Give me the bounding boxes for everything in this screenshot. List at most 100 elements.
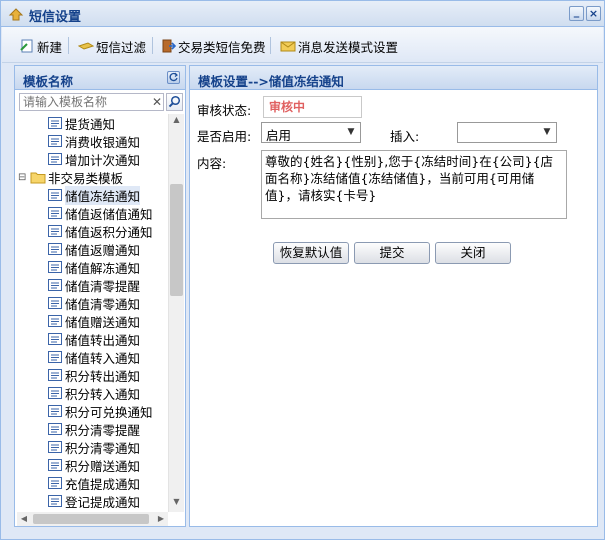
template-settings-panel: 模板设置-->储值冻结通知 审核状态: 审核中 是否启用: 启用 ▼ 插入: ▼… bbox=[189, 65, 598, 527]
tree-item[interactable]: 积分转入通知 bbox=[47, 384, 140, 402]
collapse-toggle-icon[interactable]: ⊟ bbox=[18, 172, 30, 183]
review-status-value: 审核中 bbox=[263, 96, 362, 118]
template-icon bbox=[48, 153, 62, 165]
tree-item[interactable]: 积分清零提醒 bbox=[47, 420, 140, 438]
tree-item[interactable]: 消费收银通知 bbox=[47, 132, 140, 150]
tree-folder-non-transaction[interactable]: ⊟ 非交易类模板 bbox=[18, 168, 123, 186]
template-icon bbox=[48, 423, 62, 435]
tree-item-label: 储值返赠通知 bbox=[65, 242, 141, 258]
new-button[interactable]: 新建 bbox=[19, 37, 62, 55]
template-icon bbox=[48, 441, 62, 453]
tree-item[interactable]: 储值返赠通知 bbox=[47, 240, 140, 258]
restore-default-button[interactable]: 恢复默认值 bbox=[273, 242, 349, 264]
enabled-label: 是否启用: bbox=[197, 129, 252, 144]
scroll-left-icon[interactable]: ◀ bbox=[17, 512, 31, 526]
template-icon bbox=[48, 315, 62, 327]
scroll-right-icon[interactable]: ▶ bbox=[154, 512, 168, 526]
filter-icon bbox=[78, 42, 94, 50]
new-icon bbox=[20, 39, 33, 53]
template-icon bbox=[48, 207, 62, 219]
tree-item[interactable]: 储值返积分通知 bbox=[47, 222, 153, 240]
tree-item-label: 积分清零提醒 bbox=[65, 422, 141, 438]
content-textarea[interactable]: 尊敬的{姓名}{性别},您于{冻结时间}在{公司}{店面名称}冻结储值{冻结储值… bbox=[261, 150, 567, 219]
tree-item[interactable]: 储值清零通知 bbox=[47, 294, 140, 312]
tree-item[interactable]: 储值冻结通知 bbox=[47, 185, 141, 205]
minimize-icon: _ bbox=[573, 5, 580, 18]
template-icon bbox=[48, 117, 62, 129]
message-mode-label: 消息发送模式设置 bbox=[298, 39, 399, 55]
tree-item-label: 消费收银通知 bbox=[65, 134, 141, 150]
close-icon: × bbox=[588, 7, 599, 20]
tree-item-label: 积分转出通知 bbox=[65, 368, 141, 384]
sms-settings-icon bbox=[8, 8, 24, 21]
sms-filter-label: 短信过滤 bbox=[96, 39, 147, 55]
minimize-button[interactable]: _ bbox=[569, 5, 584, 21]
tree-item[interactable]: 储值赠送通知 bbox=[47, 312, 140, 330]
new-label: 新建 bbox=[37, 39, 63, 55]
template-tree: 提货通知消费收银通知 增加计次通知 ⊟ 非交易类模板 储值冻结通知 储值返储值通知 储值返积… bbox=[17, 114, 167, 512]
template-settings-header: 模板设置-->储值冻结通知 bbox=[190, 66, 597, 90]
template-list-panel: 模板名称 ✕ 提货通知消费收银通知增加计次通知 ⊟ 非交易类模板储值冻结通知储值返储… bbox=[14, 65, 186, 527]
title-bar: 短信设置 _ × bbox=[1, 1, 604, 27]
tree-item[interactable]: 储值转出通知 bbox=[47, 330, 140, 348]
tree-item[interactable]: 增加计次通知 bbox=[47, 150, 140, 168]
tree-item[interactable]: 积分赠送通知 bbox=[47, 456, 140, 474]
scrollbar-thumb[interactable] bbox=[170, 184, 183, 296]
toolbar: 新建 短信过滤 交易类短信免费 消息发送模式设置 bbox=[2, 27, 603, 63]
tree-item[interactable]: 储值清零提醒 bbox=[47, 276, 140, 294]
close-window-button[interactable]: × bbox=[586, 6, 601, 21]
submit-button[interactable]: 提交 bbox=[354, 242, 430, 264]
tree-item[interactable]: 储值解冻通知 bbox=[47, 258, 140, 276]
tree-item-label: 储值解冻通知 bbox=[65, 260, 141, 276]
template-icon bbox=[48, 351, 62, 363]
insert-select[interactable]: ▼ bbox=[457, 122, 557, 143]
envelope-icon bbox=[280, 41, 296, 52]
message-mode-button[interactable]: 消息发送模式设置 bbox=[280, 37, 398, 55]
scroll-down-icon[interactable]: ▼ bbox=[169, 497, 184, 511]
template-settings-title: 模板设置-->储值冻结通知 bbox=[198, 74, 344, 89]
template-icon bbox=[48, 369, 62, 381]
tree-item[interactable]: 积分转出通知 bbox=[47, 366, 140, 384]
tree-folder-label: 非交易类模板 bbox=[48, 170, 124, 186]
tree-item[interactable]: 登记提成通知 bbox=[47, 492, 140, 510]
tree-item[interactable]: 储值返储值通知 bbox=[47, 204, 153, 222]
close-button[interactable]: 关闭 bbox=[435, 242, 511, 264]
sms-filter-button[interactable]: 短信过滤 bbox=[78, 37, 146, 55]
clear-search-icon[interactable]: ✕ bbox=[150, 94, 164, 110]
tree-item[interactable]: 储值转入通知 bbox=[47, 348, 140, 366]
tree-item[interactable]: 积分可兑换通知 bbox=[47, 402, 153, 420]
template-icon bbox=[48, 333, 62, 345]
exit-door-icon bbox=[162, 39, 176, 53]
template-search-input[interactable] bbox=[20, 94, 146, 110]
template-icon bbox=[48, 225, 62, 237]
tree-item[interactable]: 提货通知 bbox=[47, 114, 115, 132]
tree-item[interactable]: 积分清零通知 bbox=[47, 438, 140, 456]
tree-horizontal-scrollbar[interactable]: ◀ ▶ bbox=[17, 512, 168, 526]
template-list-header: 模板名称 bbox=[15, 66, 185, 90]
tree-item-label: 积分可兑换通知 bbox=[65, 404, 153, 420]
template-icon bbox=[48, 189, 62, 201]
tree-item[interactable]: 充值提成通知 bbox=[47, 474, 140, 492]
tree-item-label: 提货通知 bbox=[65, 116, 116, 132]
tree-item-label: 储值冻结通知 bbox=[65, 185, 141, 205]
toolbar-divider bbox=[68, 37, 69, 54]
tree-item-label: 积分转入通知 bbox=[65, 386, 141, 402]
tree-item-label: 积分清零通知 bbox=[65, 440, 141, 456]
scrollbar-thumb[interactable] bbox=[33, 514, 149, 524]
template-icon bbox=[48, 243, 62, 255]
search-button[interactable] bbox=[166, 93, 183, 111]
template-list-title: 模板名称 bbox=[23, 74, 74, 89]
tree-item-label: 增加计次通知 bbox=[65, 152, 141, 168]
search-icon bbox=[168, 95, 181, 108]
scroll-up-icon[interactable]: ▲ bbox=[169, 115, 184, 129]
insert-label: 插入: bbox=[390, 129, 420, 144]
tree-item-label: 储值清零提醒 bbox=[65, 278, 141, 294]
tree-item-label: 储值转出通知 bbox=[65, 332, 141, 348]
tree-item-label: 储值赠送通知 bbox=[65, 314, 141, 330]
enabled-select[interactable]: 启用 ▼ bbox=[261, 122, 361, 143]
refresh-button[interactable] bbox=[167, 71, 180, 84]
tree-item-label: 储值转入通知 bbox=[65, 350, 141, 366]
tree-vertical-scrollbar[interactable]: ▲ ▼ bbox=[168, 114, 184, 512]
refresh-icon bbox=[169, 72, 178, 82]
transaction-sms-free-button[interactable]: 交易类短信免费 bbox=[160, 37, 266, 55]
